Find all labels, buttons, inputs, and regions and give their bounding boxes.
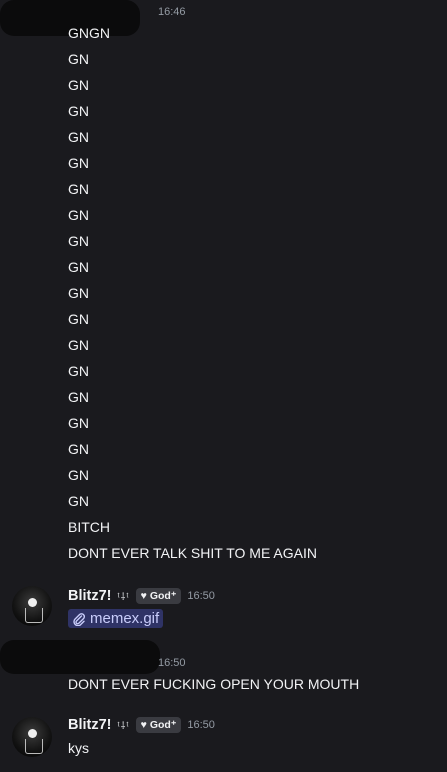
message-timestamp: 16:46 bbox=[158, 6, 186, 18]
message-line: BITCH bbox=[68, 519, 110, 535]
message-line: GN bbox=[68, 363, 89, 379]
message-line: GN bbox=[68, 155, 89, 171]
avatar[interactable] bbox=[12, 717, 52, 757]
message-text: DONT EVER FUCKING OPEN YOUR MOUTH bbox=[68, 676, 360, 692]
message-line: GN bbox=[68, 415, 89, 431]
avatar[interactable] bbox=[12, 586, 52, 626]
message-line: GNGN bbox=[68, 25, 110, 41]
role-badge[interactable]: ♥ God⁺ bbox=[135, 717, 182, 733]
message-line: GN bbox=[68, 51, 89, 67]
message-timestamp: 16:50 bbox=[158, 657, 186, 669]
name-decoration: ᵗ⸸ᵗ bbox=[117, 592, 130, 603]
message-line: GN bbox=[68, 311, 89, 327]
heart-icon: ♥ bbox=[140, 590, 147, 602]
message-header: Blitz7! ᵗ⸸ᵗ ♥ God⁺ 16:50 bbox=[68, 588, 215, 604]
message-line: GN bbox=[68, 389, 89, 405]
redacted-header bbox=[0, 640, 160, 674]
heart-icon: ♥ bbox=[140, 719, 147, 731]
message-header: Blitz7! ᵗ⸸ᵗ ♥ God⁺ 16:50 bbox=[68, 717, 215, 733]
message-line: GN bbox=[68, 207, 89, 223]
username[interactable]: Blitz7! bbox=[68, 588, 112, 604]
message-line: GN bbox=[68, 77, 89, 93]
message-line: GN bbox=[68, 493, 89, 509]
message-text: kys bbox=[68, 740, 89, 756]
name-decoration: ᵗ⸸ᵗ bbox=[117, 721, 130, 732]
message-line: GN bbox=[68, 259, 89, 275]
username[interactable]: Blitz7! bbox=[68, 717, 112, 733]
badge-label: God⁺ bbox=[149, 590, 177, 602]
message-timestamp: 16:50 bbox=[187, 719, 215, 731]
message-line: GN bbox=[68, 233, 89, 249]
message-timestamp: 16:50 bbox=[187, 590, 215, 602]
message-line: GN bbox=[68, 467, 89, 483]
attachment-filename[interactable]: memex.gif bbox=[90, 610, 159, 627]
message-line: GN bbox=[68, 337, 89, 353]
message-line: GN bbox=[68, 103, 89, 119]
message-line: GN bbox=[68, 181, 89, 197]
message-line: DONT EVER TALK SHIT TO ME AGAIN bbox=[68, 545, 317, 561]
paperclip-icon bbox=[72, 612, 86, 626]
message-line: GN bbox=[68, 441, 89, 457]
message-line: GN bbox=[68, 285, 89, 301]
attachment-link[interactable]: memex.gif bbox=[68, 609, 164, 628]
message-line: GN bbox=[68, 129, 89, 145]
badge-label: God⁺ bbox=[149, 719, 177, 731]
role-badge[interactable]: ♥ God⁺ bbox=[135, 588, 182, 604]
